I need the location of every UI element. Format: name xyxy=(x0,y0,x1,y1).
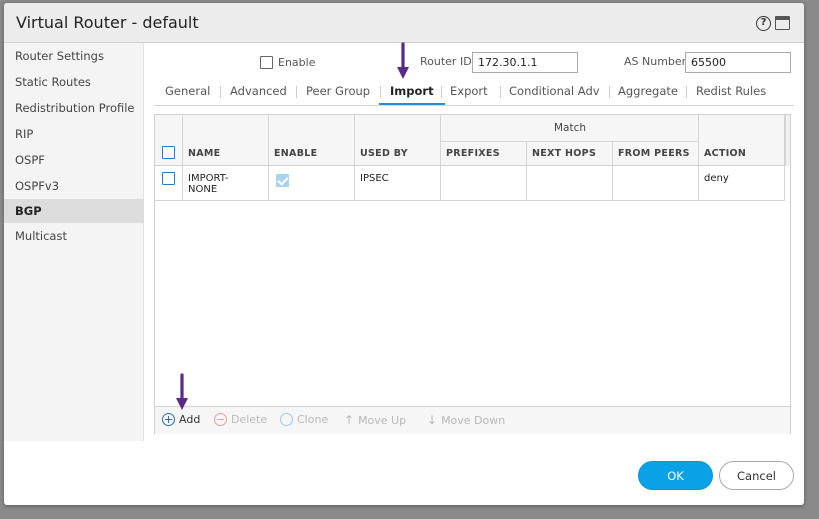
dialog-title: Virtual Router - default xyxy=(16,13,199,32)
select-all-checkbox[interactable] xyxy=(162,146,175,159)
row-enabled-check-icon xyxy=(276,174,289,187)
tab-peer-group[interactable]: Peer Group xyxy=(306,81,370,105)
annotation-arrow-add-icon xyxy=(176,373,188,410)
tab-separator xyxy=(441,86,442,98)
column-header-enable[interactable]: ENABLE xyxy=(274,148,317,159)
row-divider xyxy=(155,200,785,201)
match-group-header: Match xyxy=(553,122,587,134)
table-scroll-gutter xyxy=(785,115,790,166)
row-name-line1: IMPORT- xyxy=(188,173,229,184)
table-row[interactable]: IMPORT- NONE IPSEC deny xyxy=(155,167,785,200)
row-action: deny xyxy=(704,173,729,184)
header-divider xyxy=(441,141,699,142)
sidebar-item-static-routes[interactable]: Static Routes xyxy=(4,70,144,94)
row-select-checkbox[interactable] xyxy=(162,172,175,185)
clone-icon xyxy=(280,413,293,426)
ok-button[interactable]: OK xyxy=(638,461,713,490)
sidebar-item-ospfv3[interactable]: OSPFv3 xyxy=(4,174,144,198)
row-name-line2: NONE xyxy=(188,184,218,195)
sidebar-item-ospf[interactable]: OSPF xyxy=(4,148,144,172)
tab-import[interactable]: Import xyxy=(379,81,445,105)
router-id-label: Router ID xyxy=(420,55,472,68)
table-toolbar: Add Delete Clone ↑ Move Up ↓ Move Down xyxy=(155,406,790,434)
router-id-input[interactable] xyxy=(472,52,578,73)
help-icon[interactable]: ? xyxy=(756,16,771,31)
sidebar-item-redistribution-profile[interactable]: Redistribution Profile xyxy=(4,96,144,120)
column-header-name[interactable]: NAME xyxy=(188,148,220,159)
import-rules-table: Match NAME ENABLE USED BY PREFIXES NEXT … xyxy=(154,114,791,434)
arrow-up-icon: ↑ xyxy=(344,413,355,427)
sidebar-item-router-settings[interactable]: Router Settings xyxy=(4,44,144,68)
tab-general[interactable]: General xyxy=(165,81,210,105)
sidebar-item-multicast[interactable]: Multicast xyxy=(4,224,144,248)
tab-aggregate[interactable]: Aggregate xyxy=(618,81,678,105)
tab-separator xyxy=(500,86,501,98)
as-number-label: AS Number xyxy=(624,55,687,68)
clone-button[interactable]: Clone xyxy=(280,413,328,426)
move-up-button[interactable]: ↑ Move Up xyxy=(344,413,406,427)
tab-separator xyxy=(686,86,687,98)
bgp-tabs: General Advanced Peer Group Import Expor… xyxy=(154,81,794,106)
sidebar-item-rip[interactable]: RIP xyxy=(4,122,144,146)
move-down-label: Move Down xyxy=(441,414,506,427)
column-header-prefixes[interactable]: PREFIXES xyxy=(446,148,500,159)
bgp-enable-label: Enable xyxy=(278,56,316,69)
move-down-button[interactable]: ↓ Move Down xyxy=(427,413,505,427)
column-header-action[interactable]: ACTION xyxy=(704,148,746,159)
sidebar-item-bgp[interactable]: BGP xyxy=(4,199,144,223)
column-header-used-by[interactable]: USED BY xyxy=(360,148,408,159)
column-header-next-hops[interactable]: NEXT HOPS xyxy=(532,148,596,159)
annotation-arrow-import-icon xyxy=(397,42,409,79)
tab-export[interactable]: Export xyxy=(450,81,488,105)
sidebar: Router Settings Static Routes Redistribu… xyxy=(4,43,144,441)
delete-button[interactable]: Delete xyxy=(214,413,267,426)
arrow-down-icon: ↓ xyxy=(427,413,438,427)
tab-separator xyxy=(609,86,610,98)
move-up-label: Move Up xyxy=(358,414,407,427)
tab-separator xyxy=(220,86,221,98)
cancel-button[interactable]: Cancel xyxy=(719,461,794,490)
column-header-from-peers[interactable]: FROM PEERS xyxy=(618,148,690,159)
tab-separator xyxy=(296,86,297,98)
as-number-input[interactable] xyxy=(685,52,791,73)
delete-icon xyxy=(214,413,227,426)
tab-conditional-adv[interactable]: Conditional Adv xyxy=(509,81,600,105)
delete-label: Delete xyxy=(231,413,268,426)
bgp-enable-checkbox[interactable] xyxy=(260,56,273,69)
dialog-titlebar: Virtual Router - default ? xyxy=(4,3,804,43)
add-label: Add xyxy=(179,413,201,426)
row-used-by: IPSEC xyxy=(360,173,389,184)
clone-label: Clone xyxy=(297,413,329,426)
tab-redist-rules[interactable]: Redist Rules xyxy=(696,81,766,105)
maximize-window-icon[interactable] xyxy=(775,16,790,30)
add-icon xyxy=(162,413,175,426)
add-button[interactable]: Add xyxy=(162,413,200,426)
table-header: Match NAME ENABLE USED BY PREFIXES NEXT … xyxy=(155,115,790,166)
tab-advanced[interactable]: Advanced xyxy=(230,81,287,105)
